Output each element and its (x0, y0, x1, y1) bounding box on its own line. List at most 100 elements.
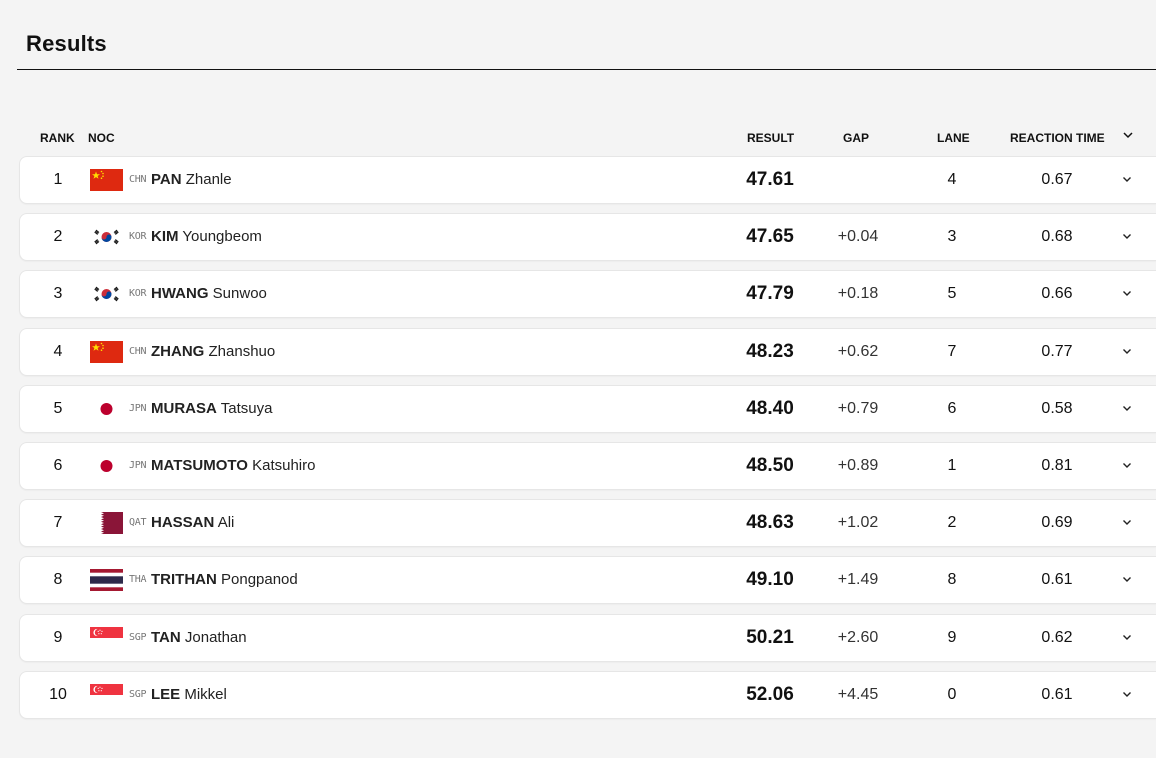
rank-cell: 9 (53, 628, 63, 646)
header-lane: LANE (937, 131, 970, 145)
result-cell: 47.61 (746, 169, 794, 190)
rank-cell: 2 (53, 228, 63, 246)
kor-flag-icon (90, 283, 123, 306)
expand-row-chevron-icon[interactable] (1120, 286, 1136, 302)
rank-cell: 1 (53, 171, 63, 188)
reaction-time-cell: 0.68 (1041, 228, 1073, 246)
expand-row-chevron-icon[interactable] (1120, 344, 1136, 360)
athlete-last-name: ZHANG (151, 342, 205, 360)
expand-row-chevron-icon[interactable] (1120, 229, 1136, 245)
result-cell: 48.63 (746, 512, 794, 534)
lane-cell: 9 (947, 628, 957, 646)
rank-cell: 5 (53, 399, 63, 417)
noc-code: JPN (129, 459, 147, 471)
noc-code: QAT (129, 517, 147, 529)
athlete-name[interactable]: ZHANG Zhanshuo (151, 329, 275, 375)
result-row[interactable]: 7 QAT HASSAN Ali 48.63 +1.02 2 0.69 (19, 499, 1156, 548)
rank-cell: 4 (53, 342, 63, 360)
rank-cell: 3 (53, 285, 63, 303)
reaction-time-cell: 0.66 (1041, 285, 1073, 303)
athlete-name[interactable]: PAN Zhanle (151, 157, 232, 203)
athlete-first-name: Zhanshuo (208, 342, 276, 360)
athlete-first-name: Ali (217, 514, 235, 532)
lane-cell: 6 (947, 399, 957, 417)
result-row[interactable]: 6 JPN MATSUMOTO Katsuhiro 48.50 +0.89 1 … (19, 441, 1156, 490)
sgp-flag-icon (90, 683, 123, 706)
lane-cell: 7 (947, 342, 957, 360)
expand-all-chevron-icon[interactable] (1121, 128, 1135, 145)
result-cell: 52.06 (746, 683, 794, 705)
lane-cell: 3 (947, 228, 957, 246)
athlete-first-name: Tatsuya (220, 399, 273, 417)
result-row[interactable]: 10 SGP LEE Mikkel 52.06 +4.45 0 0.61 (19, 670, 1156, 719)
result-row[interactable]: 2 KOR KIM Youngbeom 47.65 +0.04 3 0.68 (19, 213, 1156, 262)
header-gap: GAP (843, 131, 870, 145)
lane-cell: 8 (947, 571, 957, 589)
chn-flag-icon (90, 169, 123, 191)
header-rank: RANK (40, 131, 75, 145)
athlete-name[interactable]: TRITHAN Pongpanod (151, 557, 298, 603)
athlete-first-name: Sunwoo (212, 285, 267, 303)
reaction-time-cell: 0.61 (1041, 685, 1073, 703)
athlete-last-name: LEE (151, 685, 181, 703)
athlete-name[interactable]: HWANG Sunwoo (151, 271, 267, 317)
result-cell: 48.50 (746, 454, 794, 476)
athlete-first-name: Youngbeom (182, 228, 262, 246)
gap-cell: +1.02 (837, 514, 879, 532)
gap-cell: +0.04 (837, 228, 879, 246)
gap-cell: +0.18 (837, 285, 879, 303)
jpn-flag-icon (90, 454, 123, 477)
athlete-last-name: HASSAN (151, 514, 215, 532)
athlete-name[interactable]: MATSUMOTO Katsuhiro (151, 443, 315, 489)
athlete-name[interactable]: MURASA Tatsuya (151, 386, 272, 432)
noc-code: THA (129, 574, 147, 586)
lane-cell: 2 (947, 514, 957, 532)
qat-flag-icon (90, 512, 123, 535)
athlete-first-name: Mikkel (184, 685, 227, 703)
gap-cell: +2.60 (837, 628, 879, 646)
reaction-time-cell: 0.81 (1041, 456, 1073, 474)
expand-row-chevron-icon[interactable] (1120, 572, 1136, 588)
expand-row-chevron-icon[interactable] (1120, 172, 1136, 188)
kor-flag-icon (90, 226, 123, 249)
result-row[interactable]: 4 CHN ZHANG Zhanshuo 48.23 +0.62 7 0.77 (19, 327, 1156, 376)
expand-row-chevron-icon[interactable] (1120, 401, 1136, 417)
reaction-time-cell: 0.77 (1041, 342, 1073, 360)
lane-cell: 1 (947, 456, 957, 474)
expand-row-chevron-icon[interactable] (1120, 458, 1136, 474)
reaction-time-cell: 0.62 (1041, 628, 1073, 646)
sgp-flag-icon (90, 626, 123, 649)
result-cell: 47.79 (746, 283, 794, 305)
header-result: RESULT (747, 131, 795, 145)
athlete-first-name: Katsuhiro (252, 456, 316, 474)
result-row[interactable]: 5 JPN MURASA Tatsuya 48.40 +0.79 6 0.58 (19, 384, 1156, 433)
chn-flag-icon (90, 340, 123, 363)
athlete-name[interactable]: KIM Youngbeom (151, 214, 262, 260)
table-header: RANK NOC RESULT GAP LANE REACTION TIME (0, 127, 1156, 149)
athlete-name[interactable]: TAN Jonathan (151, 615, 247, 661)
athlete-first-name: Zhanle (185, 171, 232, 188)
jpn-flag-icon (90, 397, 123, 420)
athlete-last-name: MATSUMOTO (151, 456, 248, 474)
result-row[interactable]: 8 THA TRITHAN Pongpanod 49.10 +1.49 8 0.… (19, 556, 1156, 605)
athlete-last-name: PAN (151, 171, 182, 188)
result-row[interactable]: 9 SGP TAN Jonathan 50.21 +2.60 9 0.62 (19, 613, 1156, 662)
header-noc: NOC (88, 131, 115, 145)
expand-row-chevron-icon[interactable] (1120, 687, 1136, 703)
result-row[interactable]: 3 KOR HWANG Sunwoo 47.79 +0.18 5 0.66 (19, 270, 1156, 319)
page-title: Results (26, 31, 107, 56)
athlete-name[interactable]: LEE Mikkel (151, 672, 227, 718)
result-cell: 49.10 (746, 569, 794, 591)
rank-cell: 8 (53, 571, 63, 589)
athlete-name[interactable]: HASSAN Ali (151, 500, 234, 546)
noc-code: SGP (129, 631, 147, 643)
athlete-last-name: KIM (151, 228, 179, 246)
rank-cell: 7 (53, 514, 63, 532)
result-row[interactable]: 1 CHN PAN Zhanle 47.61 4 0.67 (19, 156, 1156, 204)
athlete-first-name: Pongpanod (221, 571, 298, 589)
reaction-time-cell: 0.69 (1041, 514, 1073, 532)
reaction-time-cell: 0.61 (1041, 571, 1073, 589)
expand-row-chevron-icon[interactable] (1120, 515, 1136, 531)
expand-row-chevron-icon[interactable] (1120, 630, 1136, 646)
reaction-time-cell: 0.58 (1041, 399, 1073, 417)
